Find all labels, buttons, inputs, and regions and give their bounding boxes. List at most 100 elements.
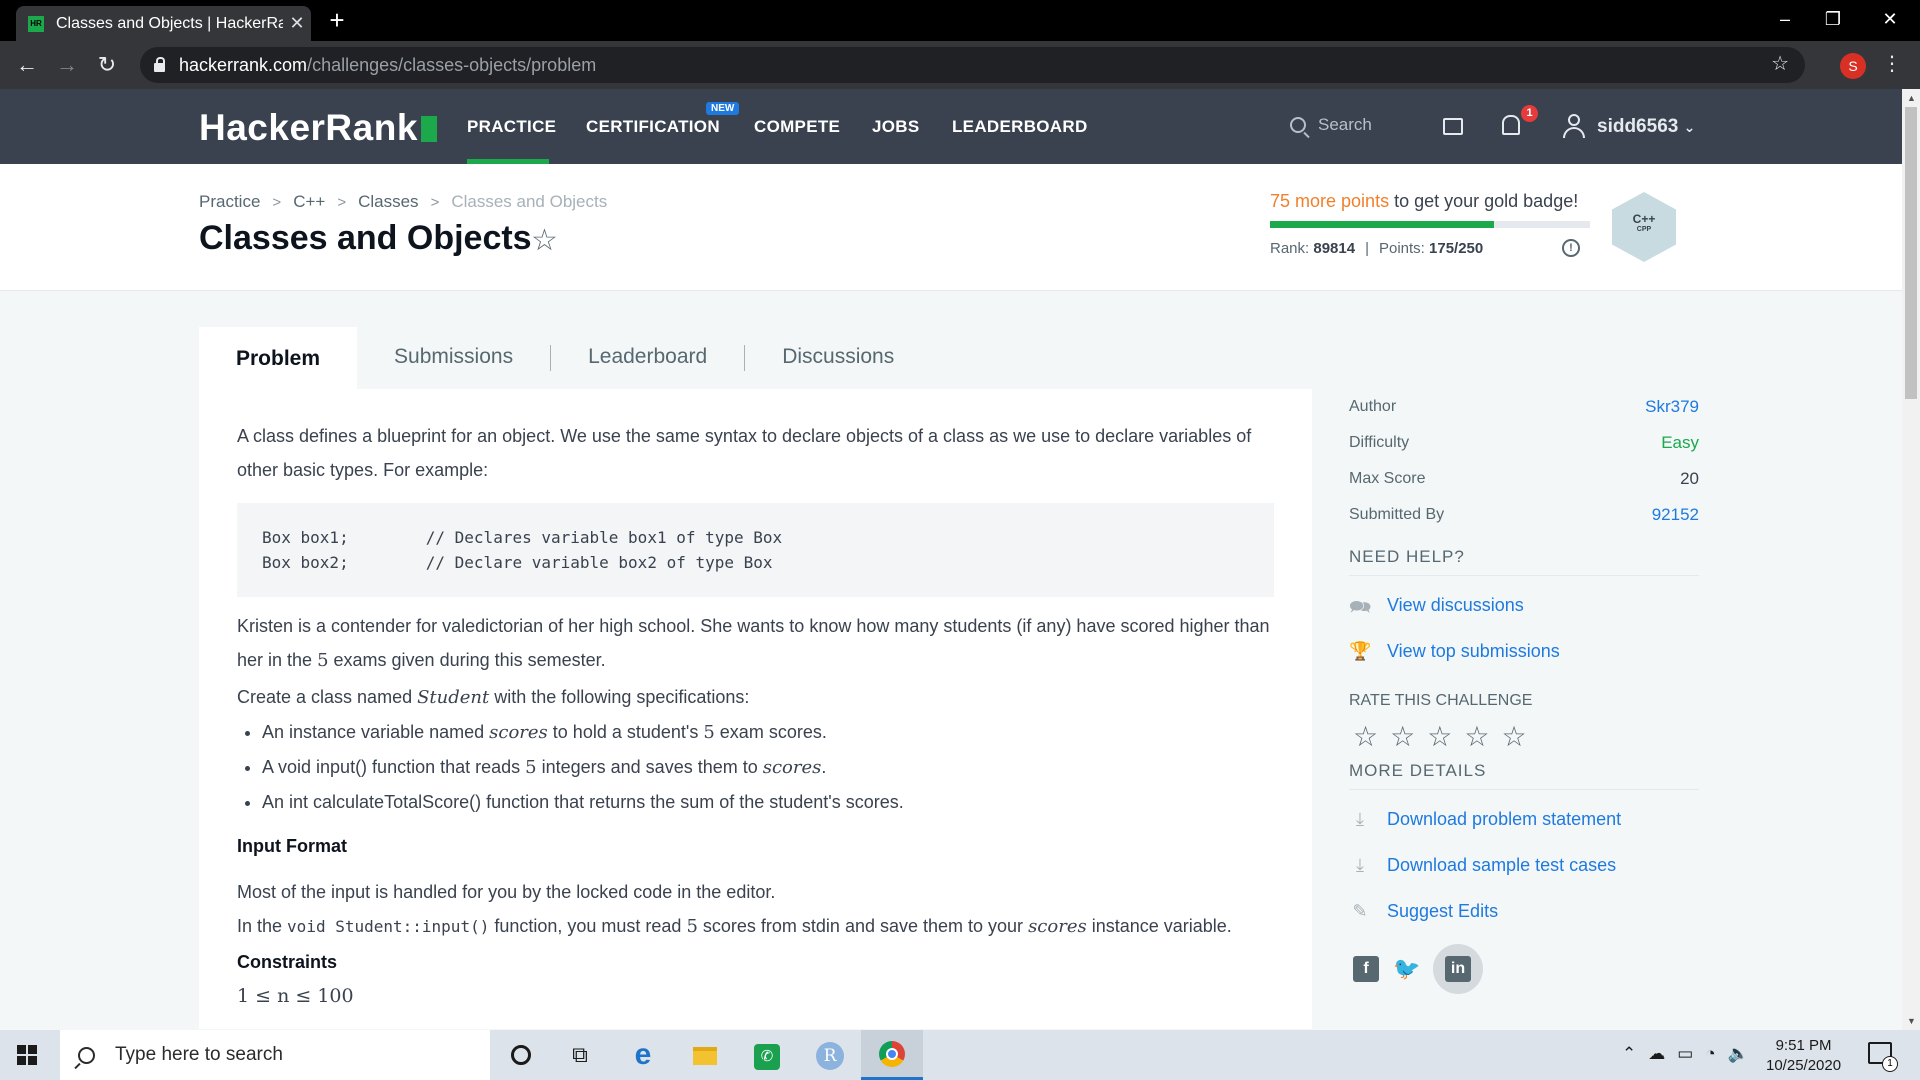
problem-paragraph: Create a class named Student with the fo…: [237, 687, 750, 708]
difficulty-row: Difficulty Easy: [1349, 433, 1699, 452]
star-icon[interactable]: ☆: [1464, 720, 1489, 753]
window-close-icon[interactable]: ✕: [1865, 4, 1915, 34]
tab-discussions[interactable]: Discussions: [745, 325, 931, 389]
notification-badge: 1: [1521, 105, 1538, 122]
clock[interactable]: 9:51 PM 10/25/2020: [1766, 1036, 1841, 1076]
task-view-icon[interactable]: ⧉: [565, 1040, 595, 1070]
tab-leaderboard[interactable]: Leaderboard: [551, 325, 744, 389]
input-format-heading: Input Format: [237, 836, 347, 856]
restore-icon[interactable]: ❐: [1808, 4, 1858, 34]
tab-problem[interactable]: Problem: [199, 327, 358, 389]
taskbar-search[interactable]: Type here to search: [60, 1030, 490, 1080]
chevron-up-icon[interactable]: ⌃: [1622, 1044, 1636, 1064]
challenge-sidebar: Author Skr379 Difficulty Easy Max Score 20 …: [1349, 389, 1699, 994]
messages-icon[interactable]: [1443, 118, 1463, 135]
list-item: An instance variable named scores to hol…: [262, 715, 1274, 750]
minimize-icon[interactable]: –: [1760, 4, 1810, 34]
input-paragraph: In the void Student::input() function, y…: [237, 916, 1232, 937]
problem-intro: A class defines a blueprint for an objec…: [237, 426, 1252, 480]
username-menu[interactable]: sidd6563 ⌄: [1597, 116, 1695, 138]
more-details-heading: MORE DETAILS: [1349, 761, 1699, 790]
constraint: 1 ≤ n ≤ 100: [237, 985, 354, 1007]
system-tray: ⌃ ☁ ▭ ◔ 🔈: [1622, 1044, 1749, 1064]
battery-icon[interactable]: ▭: [1677, 1044, 1693, 1064]
windows-start-icon[interactable]: [17, 1045, 37, 1065]
browser-tab[interactable]: HR Classes and Objects | HackerRank ✕: [16, 6, 311, 41]
browser-menu-icon[interactable]: ⋮: [1882, 51, 1902, 76]
back-icon[interactable]: ←: [12, 50, 42, 80]
search-placeholder: Search: [1318, 115, 1372, 134]
submitted-link[interactable]: 92152: [1652, 505, 1699, 525]
scroll-up-icon[interactable]: ▲: [1907, 93, 1916, 103]
view-discussions-link[interactable]: 🗪 View discussions: [1349, 582, 1699, 628]
new-tab-icon[interactable]: +: [322, 6, 352, 36]
badge-progress-fill: [1270, 221, 1494, 228]
suggest-edits-link[interactable]: ✎ Suggest Edits: [1349, 888, 1699, 934]
hackerrank-logo[interactable]: HackerRank: [199, 107, 437, 149]
author-link[interactable]: Skr379: [1645, 397, 1699, 417]
bell-icon[interactable]: [1502, 115, 1520, 135]
reload-icon[interactable]: ↻: [92, 50, 122, 80]
pencil-icon: ✎: [1352, 901, 1368, 921]
star-icon[interactable]: ☆: [1390, 720, 1415, 753]
star-icon[interactable]: ☆: [1427, 720, 1452, 753]
breadcrumb-cpp[interactable]: C++: [293, 192, 325, 212]
twitter-icon[interactable]: 🐦: [1393, 956, 1420, 982]
file-explorer-icon[interactable]: [690, 1040, 720, 1070]
scroll-down-icon[interactable]: ▼: [1907, 1016, 1916, 1026]
facebook-icon[interactable]: f: [1353, 956, 1379, 982]
star-icon[interactable]: ☆: [1353, 720, 1378, 753]
challenge-header: Practice > C++ > Classes > Classes and O…: [0, 164, 1902, 291]
nav-jobs[interactable]: JOBS: [872, 117, 920, 137]
rate-heading: RATE THIS CHALLENGE: [1349, 692, 1533, 709]
nav-certification[interactable]: CERTIFICATION: [586, 117, 720, 137]
onedrive-icon[interactable]: ☁: [1648, 1044, 1665, 1064]
address-bar[interactable]: hackerrank.com/challenges/classes-object…: [140, 47, 1805, 83]
windows-taskbar: Type here to search ⧉ e ✆ R ⌃ ☁ ▭ ◔ 🔈 9:…: [0, 1030, 1920, 1080]
close-icon[interactable]: ✕: [283, 13, 311, 34]
rstudio-icon[interactable]: R: [815, 1040, 845, 1070]
action-center-badge: 1: [1882, 1056, 1898, 1072]
scroll-thumb[interactable]: [1905, 107, 1917, 399]
constraints-heading: Constraints: [237, 952, 338, 972]
breadcrumb-classes[interactable]: Classes: [358, 192, 418, 212]
chrome-icon[interactable]: [861, 1030, 923, 1080]
star-icon[interactable]: ☆: [1501, 720, 1526, 753]
share-icons: f 🐦 in: [1353, 944, 1699, 994]
breadcrumb-current: Classes and Objects: [451, 192, 608, 211]
nav-leaderboard[interactable]: LEADERBOARD: [952, 117, 1088, 137]
profile-avatar[interactable]: S: [1840, 53, 1866, 79]
view-top-submissions-link[interactable]: 🏆 View top submissions: [1349, 628, 1699, 674]
code-sample: Box box1; // Declares variable box1 of t…: [237, 503, 1274, 597]
site-header: HackerRank PRACTICE CERTIFICATION NEW CO…: [0, 89, 1902, 164]
download-statement-link[interactable]: ⤓ Download problem statement: [1349, 796, 1699, 842]
user-icon[interactable]: [1563, 114, 1585, 138]
page-scrollbar[interactable]: ▲ ▼: [1902, 89, 1920, 1030]
header-search[interactable]: Search: [1290, 115, 1372, 135]
cortana-icon[interactable]: [506, 1040, 536, 1070]
linkedin-icon[interactable]: in: [1445, 956, 1471, 982]
wifi-icon[interactable]: ◔: [1705, 1044, 1715, 1064]
list-item: An int calculateTotalScore() function th…: [262, 785, 1274, 820]
nav-practice[interactable]: PRACTICE: [467, 117, 556, 137]
rank-points: Rank: 89814 | Points: 175/250: [1270, 240, 1484, 257]
tab-submissions[interactable]: Submissions: [357, 325, 550, 389]
volume-icon[interactable]: 🔈: [1728, 1044, 1749, 1064]
search-icon: [78, 1046, 95, 1064]
breadcrumb-practice[interactable]: Practice: [199, 192, 260, 212]
need-help-heading: NEED HELP?: [1349, 547, 1699, 576]
chevron-right-icon: >: [272, 193, 282, 211]
lock-icon: [154, 57, 165, 72]
cpp-badge[interactable]: C++ CPP: [1612, 192, 1676, 262]
forward-icon[interactable]: →: [52, 50, 82, 80]
edge-icon[interactable]: e: [628, 1040, 658, 1070]
bookmark-star-icon[interactable]: ☆: [1771, 51, 1789, 76]
spec-list: An instance variable named scores to hol…: [262, 715, 1274, 820]
rating-stars: ☆ ☆ ☆ ☆ ☆: [1353, 720, 1699, 753]
info-icon[interactable]: !: [1562, 239, 1580, 257]
download-tests-link[interactable]: ⤓ Download sample test cases: [1349, 842, 1699, 888]
nav-compete[interactable]: COMPETE: [754, 117, 840, 137]
problem-statement: A class defines a blueprint for an objec…: [199, 389, 1312, 1029]
bookmark-star-icon[interactable]: ☆: [531, 223, 558, 258]
whatsapp-icon[interactable]: ✆: [752, 1040, 782, 1070]
